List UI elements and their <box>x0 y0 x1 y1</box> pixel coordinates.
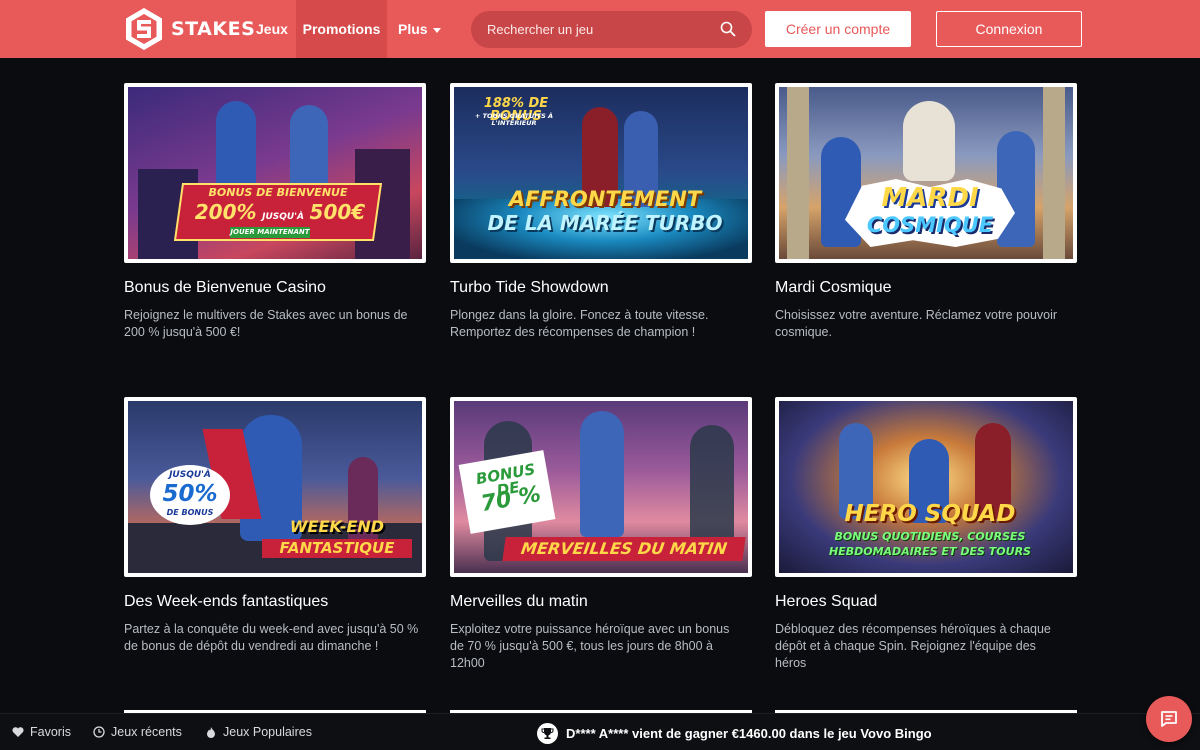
promo-description: Exploitez votre puissance héroïque avec … <box>450 622 730 670</box>
winner-ticker: D**** A**** vient de gagner €1460.00 dan… <box>537 723 932 744</box>
promo-description: Partez à la conquête du week-end avec ju… <box>124 622 419 653</box>
winner-text: vient de gagner €1460.00 dans le jeu Vov… <box>632 726 932 741</box>
heroine-figure <box>580 411 624 537</box>
footer-populaires-label: Jeux Populaires <box>223 725 312 739</box>
search-bar <box>471 11 752 48</box>
promo-banner-weekend[interactable]: JUSQU'À 50% DE BONUS WEEK-END FANTASTIQU… <box>124 397 426 577</box>
trophy-icon <box>537 723 558 744</box>
footer-recents-label: Jeux récents <box>111 725 182 739</box>
art-text: FANTASTIQUE <box>262 539 412 558</box>
chevron-down-icon <box>432 27 441 33</box>
art-text: WEEK-END <box>289 517 385 536</box>
art-text: JUSQU'À <box>262 212 304 222</box>
art-text: 200% <box>194 200 257 224</box>
promo-title[interactable]: Bonus de Bienvenue Casino <box>124 279 426 297</box>
promo-banner-welcome[interactable]: BONUS DE BIENVENUE 200% JUSQU'À 500€ JOU… <box>124 83 426 263</box>
footer-favoris[interactable]: Favoris <box>12 725 71 739</box>
brand-name: STAKES <box>171 18 256 40</box>
art-text: JUSQU'À <box>169 470 211 480</box>
search-input[interactable] <box>487 22 707 37</box>
art-text: COSMIQUE <box>866 213 994 237</box>
art-text: 500€ <box>309 200 366 224</box>
nav-jeux[interactable]: Jeux <box>256 0 288 58</box>
nav-plus[interactable]: Plus <box>398 0 441 58</box>
promo-title[interactable]: Turbo Tide Showdown <box>450 279 752 297</box>
promo-banner-mardi[interactable]: MARDI COSMIQUE <box>775 83 1077 263</box>
footer-recents[interactable]: Jeux récents <box>93 725 182 739</box>
brand-logo[interactable]: STAKES <box>125 7 255 51</box>
art-text: BONUS DE BIENVENUE <box>208 186 348 199</box>
promo-title[interactable]: Heroes Squad <box>775 593 1077 611</box>
promo-title[interactable]: Des Week-ends fantastiques <box>124 593 426 611</box>
promo-card[interactable]: BONUS DE BIENVENUE 200% JUSQU'À 500€ JOU… <box>124 83 426 341</box>
promo-card[interactable]: JUSQU'À 50% DE BONUS WEEK-END FANTASTIQU… <box>124 397 426 655</box>
winner-user: D**** A**** <box>566 726 629 741</box>
footer-favoris-label: Favoris <box>30 725 71 739</box>
pillar-shape <box>787 87 809 259</box>
promo-banner-turbo[interactable]: 188% DE BONUS + TOURS GRATUITS À L'INTÉR… <box>450 83 752 263</box>
chat-button[interactable] <box>1146 696 1192 742</box>
chat-icon <box>1161 711 1177 727</box>
footer-populaires[interactable]: Jeux Populaires <box>205 725 312 739</box>
promo-description: Choisissez votre aventure. Réclamez votr… <box>775 308 1058 339</box>
create-account-button[interactable]: Créer un compte <box>765 11 911 47</box>
promo-banner-matin[interactable]: BONUS DE 70 % MERVEILLES DU MATIN <box>450 397 752 577</box>
nav-plus-label: Plus <box>398 21 428 37</box>
pillar-shape <box>1043 87 1065 259</box>
promo-title[interactable]: Merveilles du matin <box>450 593 752 611</box>
promo-banner-heroes[interactable]: HERO SQUAD BONUS QUOTIDIENS, COURSES HEB… <box>775 397 1077 577</box>
nav-promotions[interactable]: Promotions <box>296 0 387 58</box>
art-text: AFFRONTEMENT <box>508 187 702 211</box>
winner-line: D**** A**** vient de gagner €1460.00 dan… <box>566 726 932 741</box>
promo-card[interactable]: 188% DE BONUS + TOURS GRATUITS À L'INTÉR… <box>450 83 752 341</box>
art-text: HEBDOMADAIRES ET DES TOURS <box>829 545 1031 558</box>
art-text: + TOURS GRATUITS À L'INTÉRIEUR <box>474 112 554 127</box>
bottom-bar: Favoris Jeux récents Jeux Populaires D**… <box>0 713 1200 750</box>
art-text: DE BONUS <box>166 508 214 517</box>
zeus-figure <box>903 101 955 181</box>
art-text: HERO SQUAD <box>844 501 1016 527</box>
clock-icon <box>93 726 105 738</box>
search-icon[interactable] <box>720 21 736 37</box>
art-text: JOUER MAINTENANT <box>230 227 310 238</box>
promo-card[interactable]: BONUS DE 70 % MERVEILLES DU MATIN Mervei… <box>450 397 752 672</box>
promo-description: Rejoignez le multivers de Stakes avec un… <box>124 308 408 339</box>
promo-card[interactable]: MARDI COSMIQUE Mardi Cosmique Choisissez… <box>775 83 1077 341</box>
art-text: DE LA MARÉE TURBO <box>487 211 723 235</box>
heart-icon <box>12 727 24 737</box>
art-text: 50% <box>162 481 218 507</box>
top-header: STAKES Jeux Promotions Plus Créer un com… <box>0 0 1200 58</box>
promo-description: Débloquez des récompenses héroïques à ch… <box>775 622 1051 670</box>
fire-icon <box>207 727 215 738</box>
stakes-logo-icon <box>126 8 162 50</box>
promo-description: Plongez dans la gloire. Foncez à toute v… <box>450 308 709 339</box>
promo-card[interactable]: HERO SQUAD BONUS QUOTIDIENS, COURSES HEB… <box>775 397 1077 672</box>
art-text: BONUS QUOTIDIENS, COURSES <box>834 530 1026 543</box>
login-button[interactable]: Connexion <box>936 11 1082 47</box>
art-text-row: 200% JUSQU'À 500€ <box>180 200 380 224</box>
promo-title[interactable]: Mardi Cosmique <box>775 279 1077 297</box>
art-text: MERVEILLES DU MATIN <box>502 537 746 561</box>
art-text: MARDI <box>881 183 979 213</box>
